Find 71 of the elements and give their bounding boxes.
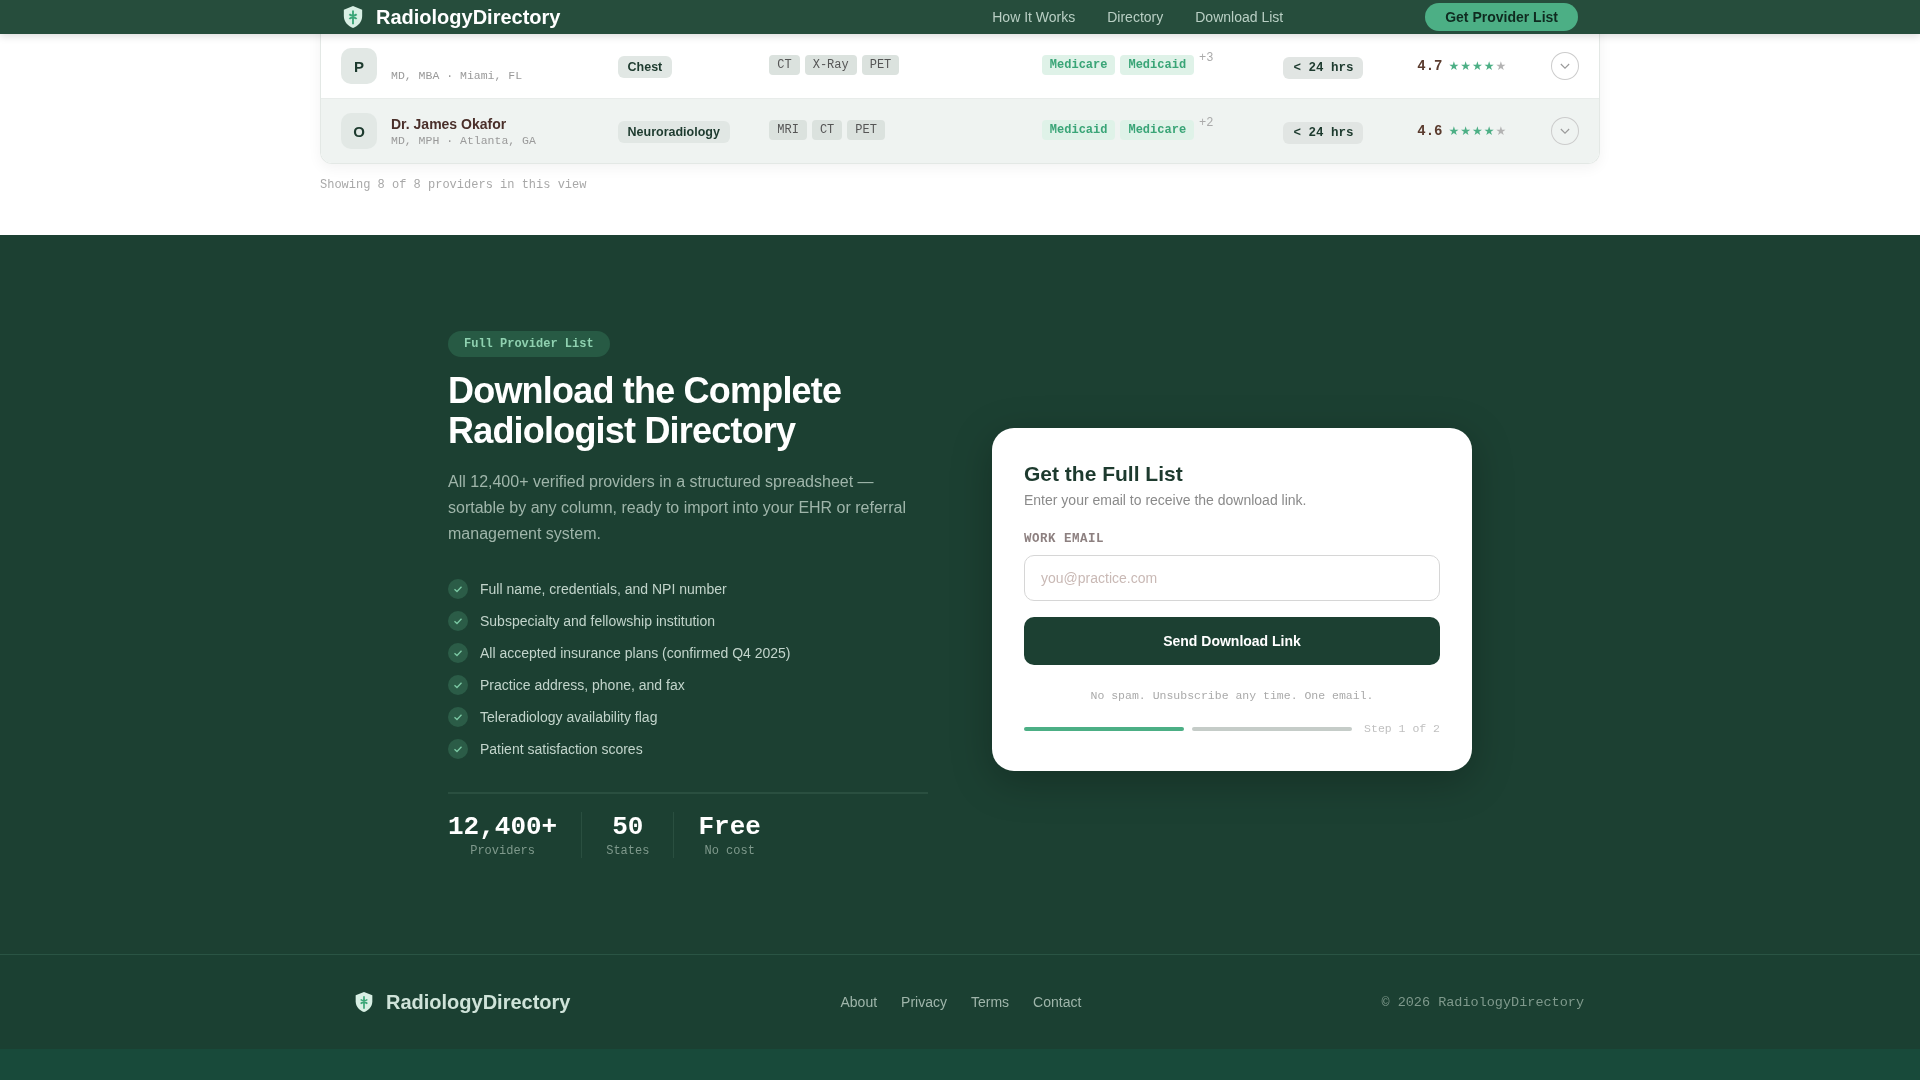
more-count: +2	[1199, 116, 1214, 130]
insurance-tag: Medicaid	[1041, 120, 1116, 140]
check-icon	[448, 707, 468, 727]
section-badge: Full Provider List	[448, 331, 610, 357]
check-icon	[448, 611, 468, 631]
feature-text: Teleradiology availability flag	[480, 709, 658, 725]
modality-tag: MRI	[769, 120, 807, 140]
star-rating: ★★★★★	[1448, 59, 1507, 73]
check-icon	[448, 739, 468, 759]
stat-label: No cost	[704, 844, 755, 858]
check-icon	[448, 675, 468, 695]
stat-value: Free	[698, 812, 761, 842]
results-count: Showing 8 of 8 providers in this view	[320, 178, 588, 192]
check-icon	[448, 579, 468, 599]
field-label: WORK EMAIL	[1024, 532, 1105, 546]
nav-link[interactable]: How It Works	[992, 9, 1076, 25]
section-title: Download the Complete Radiologist Directory	[448, 371, 843, 451]
footer-link[interactable]: Privacy	[901, 994, 947, 1010]
insurance-tag: Medicare	[1120, 120, 1195, 140]
chevron-down-icon	[1560, 62, 1570, 70]
provider-name[interactable]: Dr. James Okafor	[391, 115, 536, 132]
footer-link[interactable]: Terms	[971, 994, 1010, 1010]
get-provider-list-button[interactable]: Get Provider List	[1425, 3, 1578, 31]
stat-label: Providers	[470, 844, 535, 858]
insurance-tag: Medicaid	[1120, 55, 1195, 75]
email-field[interactable]: you@practice.com	[1024, 555, 1440, 601]
section-description: All 12,400+ verified providers in a structured spreadsheet — sortable by any column, ready to import into your EHR or referral management system.	[448, 472, 907, 544]
brand-name[interactable]: RadiologyDirectory	[376, 5, 561, 29]
rating-value: 4.7	[1417, 58, 1443, 74]
stat-value: 50	[612, 812, 644, 842]
form-subtitle: Enter your email to receive the download link.	[1024, 492, 1308, 508]
provider-credentials: MD, MPH · Atlanta, GA	[391, 133, 536, 147]
avatar-initial: O	[341, 113, 377, 149]
provider-row[interactable]: O Dr. James Okafor MD, MPH · Atlanta, GA Neuroradiology MRI CT PET Medicaid Medicare +2 < 24 hrs 4.6 ★★★★★	[321, 99, 1599, 163]
modality-tag: PET	[861, 55, 900, 75]
modality-tag: PET	[847, 120, 885, 140]
turnaround-tag: < 24 hrs	[1283, 122, 1364, 144]
step-indicator: Step 1 of 2	[1364, 722, 1440, 735]
footer-link[interactable]: About	[840, 994, 878, 1010]
form-title: Get the Full List	[1024, 462, 1184, 486]
brand-name[interactable]: RadiologyDirectory	[386, 990, 571, 1014]
feature-text: All accepted insurance plans (confirmed Q4 2025)	[480, 645, 791, 661]
stat-label: States	[606, 844, 650, 858]
star-rating: ★★★★★	[1448, 124, 1507, 138]
modality-tag: CT	[811, 120, 843, 140]
chevron-down-icon	[1560, 127, 1570, 135]
form-note: No spam. Unsubscribe any time. One email.	[1089, 689, 1375, 702]
specialty-tag: Neuroradiology	[617, 121, 730, 143]
shield-logo-icon	[342, 5, 364, 29]
shield-logo-icon	[354, 991, 374, 1013]
specialty-tag: Chest	[617, 56, 673, 78]
provider-credentials: MD, MBA · Miami, FL	[391, 68, 523, 82]
feature-text: Subspecialty and fellowship institution	[480, 613, 716, 629]
footer-link[interactable]: Contact	[1033, 994, 1082, 1010]
modality-tag: CT	[769, 55, 800, 75]
insurance-tag: Medicare	[1041, 55, 1116, 75]
feature-text: Practice address, phone, and fax	[480, 677, 685, 693]
feature-text: Patient satisfaction scores	[480, 741, 643, 757]
copyright: © 2026 RadiologyDirectory	[1381, 994, 1584, 1010]
more-count: +3	[1199, 51, 1214, 65]
rating-value: 4.6	[1417, 123, 1443, 139]
send-download-link-button[interactable]: Send Download Link	[1024, 617, 1440, 665]
feature-text: Full name, credentials, and NPI number	[480, 581, 727, 597]
stat-value: 12,400+	[448, 812, 558, 842]
nav-link[interactable]: Download List	[1195, 9, 1284, 25]
nav-link[interactable]: Directory	[1107, 9, 1164, 25]
turnaround-tag: < 24 hrs	[1283, 57, 1364, 79]
check-icon	[448, 643, 468, 663]
avatar-initial: P	[341, 48, 377, 84]
provider-row[interactable]: P MD, MBA · Miami, FL Chest CT X-Ray PET Medicare Medicaid +3 < 24 hrs 4.7 ★★★★★	[321, 34, 1599, 99]
modality-tag: X-Ray	[804, 55, 857, 75]
